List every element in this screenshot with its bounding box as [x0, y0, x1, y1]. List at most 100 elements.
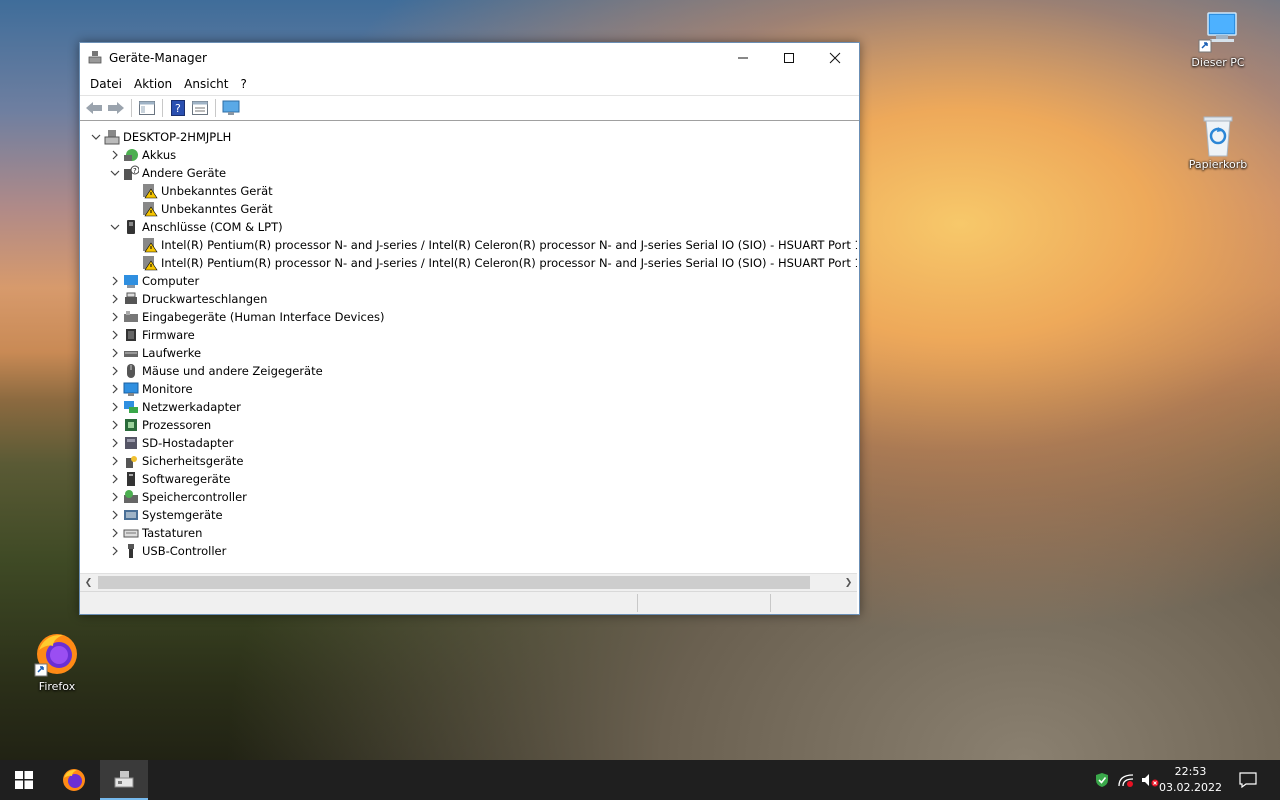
scroll-left-arrow[interactable]: ❮ — [80, 574, 97, 591]
tree-category[interactable]: Akkus — [80, 146, 857, 164]
tray-security-icon[interactable] — [1090, 760, 1114, 800]
chevron-right-icon[interactable] — [109, 272, 121, 290]
properties-button[interactable] — [190, 98, 210, 118]
chevron-right-icon[interactable] — [109, 398, 121, 416]
close-button[interactable] — [812, 43, 858, 73]
tree-category[interactable]: Sicherheitsgeräte — [80, 452, 857, 470]
tree-category[interactable]: Mäuse und andere Zeigegeräte — [80, 362, 857, 380]
start-button[interactable] — [0, 760, 48, 800]
tree-item-label: Prozessoren — [142, 418, 212, 432]
tree-item-label: USB-Controller — [142, 544, 227, 558]
help-button[interactable]: ? — [168, 98, 188, 118]
tree-item-label: Firmware — [142, 328, 195, 342]
tree-category[interactable]: Prozessoren — [80, 416, 857, 434]
tree-category[interactable]: Laufwerke — [80, 344, 857, 362]
firefox-icon — [33, 630, 81, 678]
maximize-button[interactable] — [766, 43, 812, 73]
tree-category[interactable]: Monitore — [80, 380, 857, 398]
tree-device[interactable]: Intel(R) Pentium(R) processor N- and J-s… — [80, 236, 857, 254]
chevron-right-icon[interactable] — [109, 506, 121, 524]
chevron-right-icon[interactable] — [109, 146, 121, 164]
tree-category[interactable]: SD-Hostadapter — [80, 434, 857, 452]
minimize-button[interactable] — [720, 43, 766, 73]
toolbar-separator — [131, 99, 132, 117]
tray-clock[interactable]: 22:53 03.02.2022 — [1159, 764, 1222, 796]
storage-icon — [123, 489, 139, 505]
tree-category[interactable]: Anschlüsse (COM & LPT) — [80, 218, 857, 236]
desktop-icon-papierkorb[interactable]: Papierkorb — [1179, 112, 1257, 171]
tree-device[interactable]: Intel(R) Pentium(R) processor N- and J-s… — [80, 254, 857, 272]
taskbar-firefox[interactable] — [50, 760, 98, 800]
computer-icon — [1196, 10, 1240, 54]
menu-bar: Datei Aktion Ansicht ? — [80, 73, 859, 95]
chevron-right-icon[interactable] — [109, 380, 121, 398]
unknown-device-icon: ? — [123, 165, 140, 181]
chevron-right-icon[interactable] — [109, 416, 121, 434]
tree-category[interactable]: USB-Controller — [80, 542, 857, 560]
menu-datei[interactable]: Datei — [84, 77, 128, 91]
tree-item-label: Intel(R) Pentium(R) processor N- and J-s… — [161, 238, 857, 252]
toolbar-separator — [215, 99, 216, 117]
tree-category[interactable]: Eingabegeräte (Human Interface Devices) — [80, 308, 857, 326]
tree-category[interactable]: Netzwerkadapter — [80, 398, 857, 416]
tree-item-label: Intel(R) Pentium(R) processor N- and J-s… — [161, 256, 857, 270]
scroll-right-arrow[interactable]: ❯ — [840, 574, 857, 591]
tree-item-label: Laufwerke — [142, 346, 202, 360]
computer-root-icon — [104, 129, 120, 145]
svg-text:?: ? — [175, 102, 181, 115]
horizontal-scrollbar[interactable]: ❮ ❯ — [80, 573, 857, 591]
menu-aktion[interactable]: Aktion — [128, 77, 178, 91]
menu-help[interactable]: ? — [234, 77, 252, 91]
tree-category[interactable]: Computer — [80, 272, 857, 290]
tree-item-label: Tastaturen — [142, 526, 203, 540]
menu-ansicht[interactable]: Ansicht — [178, 77, 234, 91]
desktop-icon-label: Dieser PC — [1191, 56, 1245, 69]
tree-category[interactable]: Tastaturen — [80, 524, 857, 542]
show-hide-console-tree-button[interactable] — [137, 98, 157, 118]
scrollbar-thumb[interactable] — [98, 576, 810, 589]
chevron-down-icon[interactable] — [109, 218, 121, 236]
chevron-right-icon[interactable] — [109, 542, 121, 560]
windows-logo-icon — [15, 771, 33, 789]
tree-item-label: Monitore — [142, 382, 193, 396]
chevron-down-icon[interactable] — [109, 164, 121, 182]
desktop-icon-dieser-pc[interactable]: Dieser PC — [1179, 10, 1257, 69]
tree-device[interactable]: Unbekanntes Gerät — [80, 182, 857, 200]
chevron-right-icon[interactable] — [109, 308, 121, 326]
chevron-right-icon[interactable] — [109, 470, 121, 488]
tray-network-icon[interactable] — [1114, 760, 1138, 800]
tree-device[interactable]: Unbekanntes Gerät — [80, 200, 857, 218]
sd-icon — [123, 435, 139, 451]
tree-root[interactable]: DESKTOP-2HMJPLH — [80, 128, 857, 146]
chevron-right-icon[interactable] — [109, 290, 121, 308]
tree-category[interactable]: Systemgeräte — [80, 506, 857, 524]
tray-date: 03.02.2022 — [1159, 781, 1222, 794]
chevron-down-icon[interactable] — [90, 128, 102, 146]
taskbar-device-manager[interactable] — [100, 760, 148, 800]
tree-category[interactable]: Druckwarteschlangen — [80, 290, 857, 308]
chevron-right-icon[interactable] — [109, 524, 121, 542]
chevron-right-icon[interactable] — [109, 362, 121, 380]
warning-device-icon — [142, 237, 158, 253]
taskbar: 22:53 03.02.2022 — [0, 760, 1280, 800]
tree-category[interactable]: ? Andere Geräte — [80, 164, 857, 182]
forward-button[interactable] — [106, 98, 126, 118]
tree-item-label: Eingabegeräte (Human Interface Devices) — [142, 310, 385, 324]
chevron-right-icon[interactable] — [109, 326, 121, 344]
chevron-right-icon[interactable] — [109, 452, 121, 470]
tree-category[interactable]: Softwaregeräte — [80, 470, 857, 488]
tree-category[interactable]: Firmware — [80, 326, 857, 344]
chevron-right-icon[interactable] — [109, 488, 121, 506]
battery-icon — [123, 147, 139, 163]
toolbar-separator — [162, 99, 163, 117]
action-center-button[interactable] — [1232, 760, 1264, 800]
chevron-right-icon[interactable] — [109, 434, 121, 452]
scan-hardware-button[interactable] — [221, 98, 241, 118]
drive-icon — [123, 345, 139, 361]
desktop-icon-firefox[interactable]: Firefox — [18, 630, 96, 693]
back-button[interactable] — [84, 98, 104, 118]
chevron-right-icon[interactable] — [109, 344, 121, 362]
title-bar[interactable]: Geräte-Manager — [80, 43, 859, 73]
printer-icon — [123, 291, 139, 307]
tree-category[interactable]: Speichercontroller — [80, 488, 857, 506]
